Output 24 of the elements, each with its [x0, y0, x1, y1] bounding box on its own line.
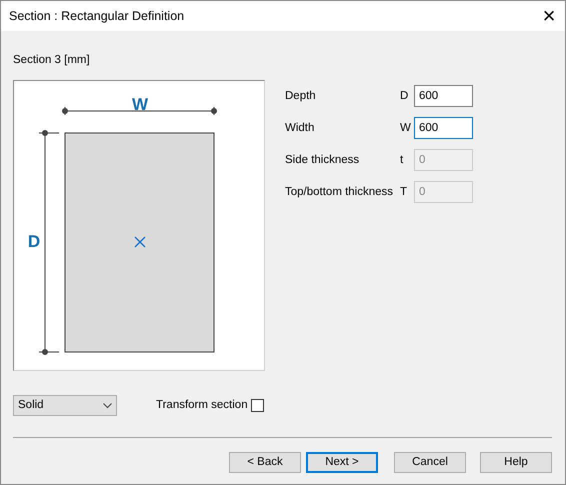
field-label: Width	[285, 120, 316, 136]
close-button[interactable]: ×	[533, 1, 565, 31]
section-type-dropdown[interactable]: Solid	[13, 395, 117, 416]
field-label: Top/bottom thickness	[285, 184, 394, 200]
dialog-button[interactable]: Cancel	[394, 452, 466, 474]
window-title: Section : Rectangular Definition	[9, 8, 184, 25]
field-label: Side thickness	[285, 152, 360, 168]
width-label: W	[132, 95, 148, 114]
field-label: Depth	[285, 88, 317, 104]
transform-checkbox[interactable]	[250, 399, 264, 412]
dialog-button[interactable]: Next >	[306, 452, 378, 474]
symbol-label: D	[400, 88, 410, 104]
input-field[interactable]: 600	[414, 85, 473, 108]
symbol-label: W	[400, 120, 412, 136]
dialog-button[interactable]: Help	[480, 452, 552, 474]
transform-section-label: Transform section	[156, 398, 248, 414]
depth-label: D	[28, 232, 40, 252]
centroid-icon	[134, 236, 146, 248]
input-field[interactable]: 600	[414, 117, 473, 140]
symbol-label: T	[400, 184, 408, 200]
chevron-icon	[103, 402, 112, 409]
symbol-label: t	[400, 152, 404, 168]
section-label: Section 3 [mm]	[13, 53, 91, 68]
dialog-button[interactable]: < Back	[229, 452, 301, 474]
